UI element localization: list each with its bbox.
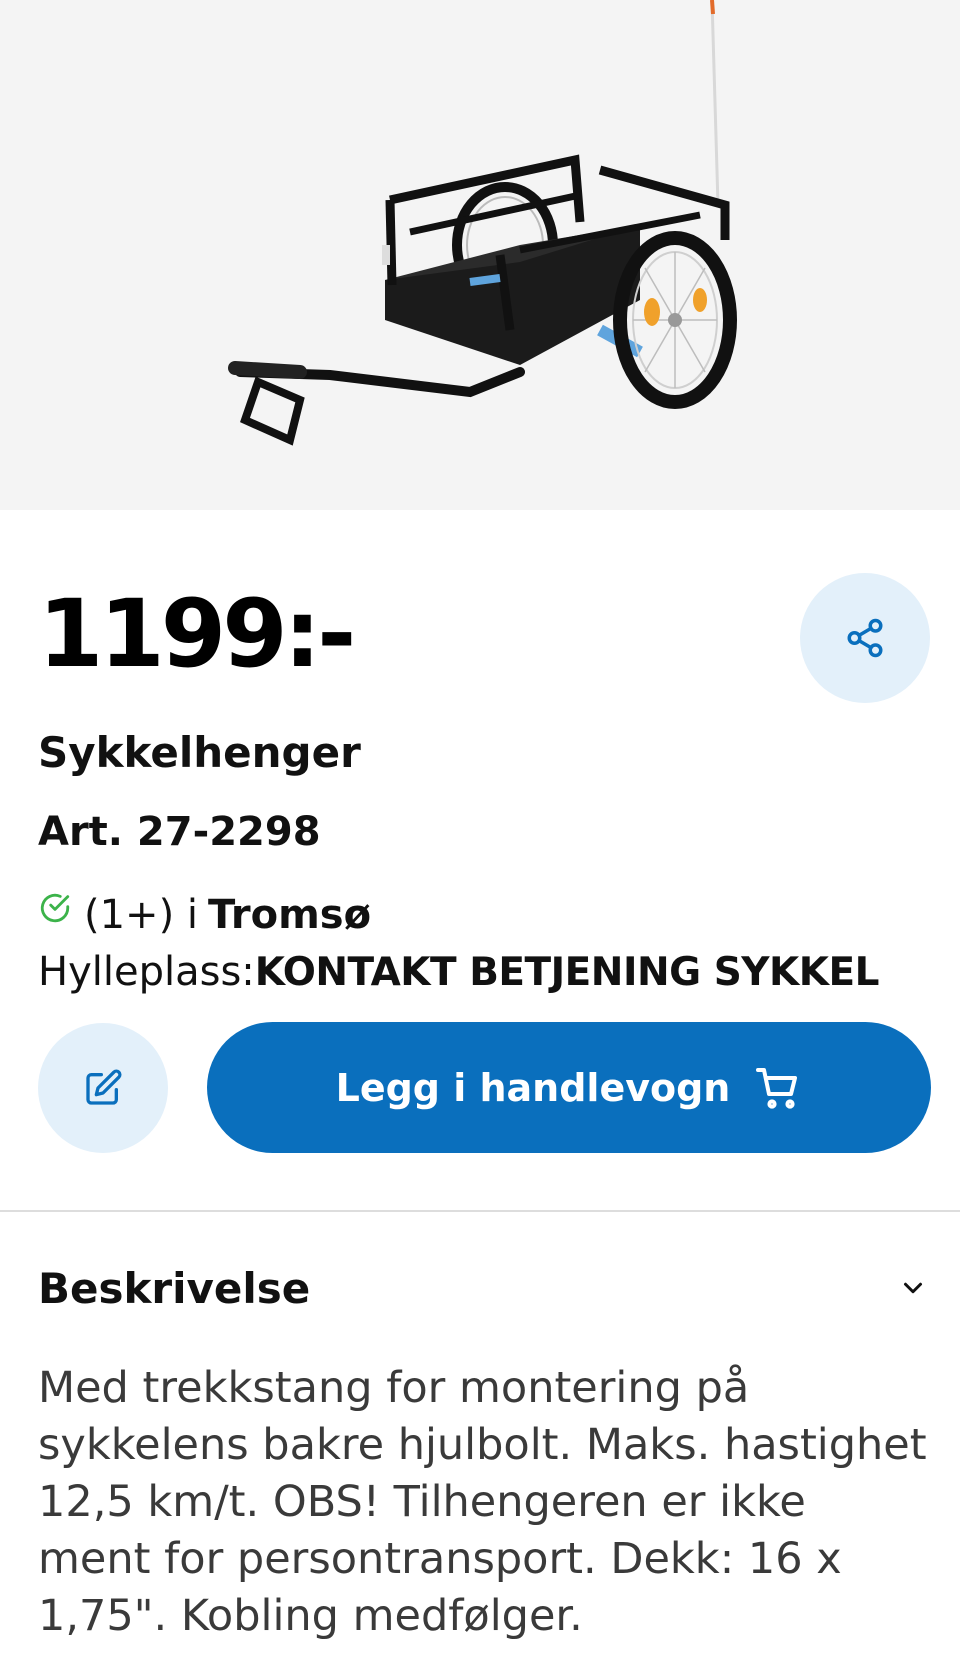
store-city: Tromsø — [208, 892, 372, 938]
chevron-down-icon — [904, 1282, 922, 1294]
description-heading: Beskrivelse — [38, 1263, 311, 1313]
section-divider — [0, 1210, 960, 1212]
bike-trailer-image — [228, 0, 737, 446]
check-circle-icon — [40, 893, 70, 923]
product-image[interactable] — [0, 0, 960, 510]
edit-button[interactable] — [38, 1023, 168, 1153]
shelf-value: KONTAKT BETJENING SYKKEL — [254, 950, 880, 995]
description-toggle[interactable]: Beskrivelse — [38, 1258, 928, 1318]
product-price: 1199:- — [38, 580, 356, 689]
shopping-cart-icon — [756, 1067, 798, 1109]
product-title: Sykkelhenger — [38, 728, 361, 777]
add-to-cart-button[interactable]: Legg i handlevogn — [207, 1022, 931, 1153]
stock-count: (1+) i — [84, 892, 199, 938]
article-number: Art. 27-2298 — [38, 809, 321, 855]
share-icon — [847, 618, 883, 658]
stock-status: (1+) i Tromsø — [38, 892, 372, 938]
description-text: Med trekkstang for montering på sykkelen… — [38, 1363, 927, 1641]
share-button[interactable] — [800, 573, 930, 703]
shelf-location: Hylleplass:KONTAKT BETJENING SYKKEL — [38, 952, 879, 992]
shelf-label: Hylleplass: — [38, 949, 255, 995]
edit-icon — [86, 1069, 122, 1105]
add-to-cart-label: Legg i handlevogn — [335, 1065, 731, 1110]
